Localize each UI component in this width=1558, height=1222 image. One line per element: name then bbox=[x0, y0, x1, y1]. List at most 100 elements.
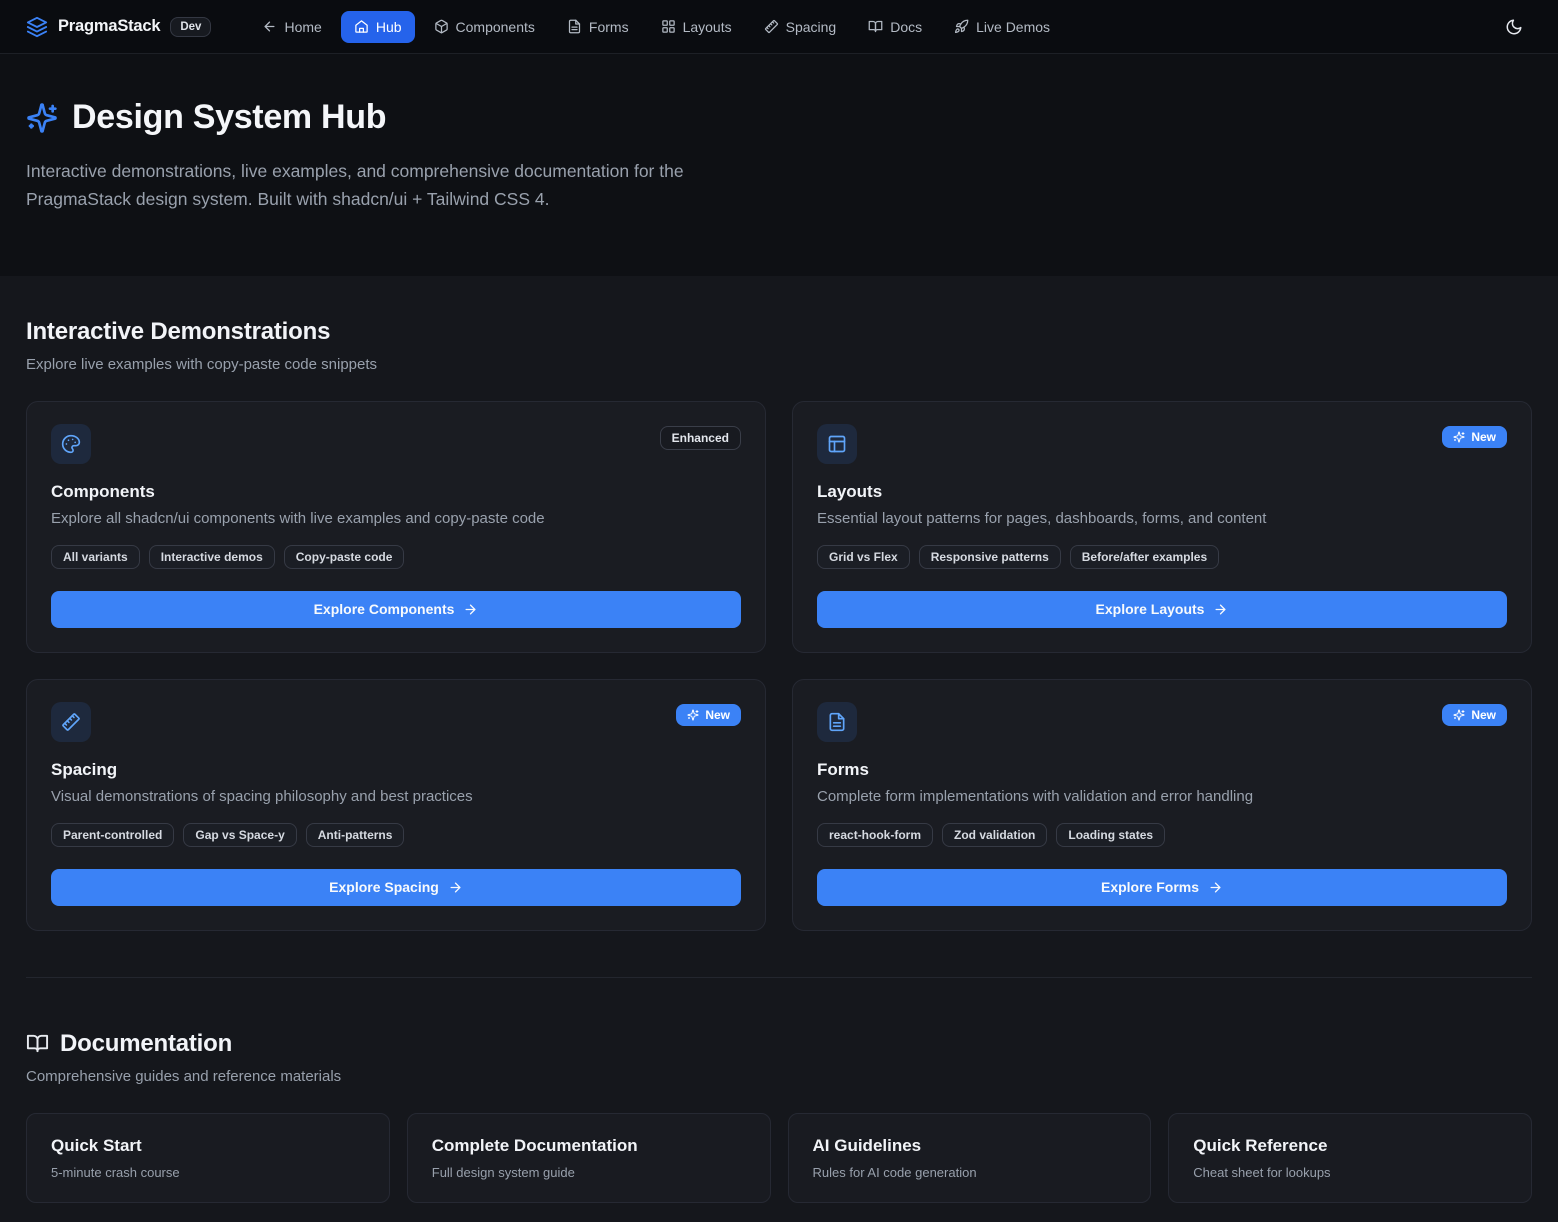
cta-label: Explore Layouts bbox=[1096, 601, 1205, 617]
nav-item-home[interactable]: Home bbox=[249, 11, 334, 43]
ruler-icon bbox=[764, 19, 779, 34]
tag: Copy-paste code bbox=[284, 545, 405, 569]
box-icon bbox=[434, 19, 449, 34]
nav-item-label: Live Demos bbox=[976, 19, 1050, 35]
explore-components-button[interactable]: Explore Components bbox=[51, 591, 741, 628]
doc-card-quick-reference[interactable]: Quick Reference Cheat sheet for lookups bbox=[1168, 1113, 1532, 1203]
layout-panel-icon bbox=[827, 434, 847, 454]
doc-card-title: Complete Documentation bbox=[432, 1136, 746, 1156]
demos-section: Interactive Demonstrations Explore live … bbox=[26, 318, 1532, 931]
tag-list: All variants Interactive demos Copy-past… bbox=[51, 545, 741, 569]
demo-card-layouts: New Layouts Essential layout patterns fo… bbox=[792, 401, 1532, 653]
arrow-left-icon bbox=[262, 19, 277, 34]
nav-item-label: Layouts bbox=[683, 19, 732, 35]
tag: All variants bbox=[51, 545, 140, 569]
demo-card-grid: Enhanced Components Explore all shadcn/u… bbox=[26, 401, 1532, 931]
nav-item-label: Forms bbox=[589, 19, 629, 35]
doc-card-quick-start[interactable]: Quick Start 5-minute crash course bbox=[26, 1113, 390, 1203]
doc-card-description: Rules for AI code generation bbox=[813, 1165, 1127, 1180]
docs-section: Documentation Comprehensive guides and r… bbox=[26, 1030, 1532, 1203]
nav-item-spacing[interactable]: Spacing bbox=[751, 11, 850, 43]
ruler-icon bbox=[51, 702, 91, 742]
doc-card-description: 5-minute crash course bbox=[51, 1165, 365, 1180]
doc-card-ai-guidelines[interactable]: AI Guidelines Rules for AI code generati… bbox=[788, 1113, 1152, 1203]
tag: react-hook-form bbox=[817, 823, 933, 847]
palette-icon bbox=[61, 434, 81, 454]
card-description: Essential layout patterns for pages, das… bbox=[817, 510, 1507, 527]
tag-list: Grid vs Flex Responsive patterns Before/… bbox=[817, 545, 1507, 569]
badge-label: New bbox=[1471, 708, 1496, 722]
explore-layouts-button[interactable]: Explore Layouts bbox=[817, 591, 1507, 628]
doc-card-complete-documentation[interactable]: Complete Documentation Full design syste… bbox=[407, 1113, 771, 1203]
badge-label: New bbox=[1471, 430, 1496, 444]
arrow-right-icon bbox=[448, 880, 463, 895]
badge-label: New bbox=[705, 708, 730, 722]
demo-card-spacing: New Spacing Visual demonstrations of spa… bbox=[26, 679, 766, 931]
demos-subheading: Explore live examples with copy-paste co… bbox=[26, 356, 1532, 373]
badge-label: Enhanced bbox=[672, 431, 729, 445]
cta-label: Explore Components bbox=[314, 601, 455, 617]
nav-item-label: Home bbox=[284, 19, 321, 35]
card-title: Spacing bbox=[51, 760, 741, 780]
file-text-icon bbox=[817, 702, 857, 742]
sparkles-icon bbox=[1453, 709, 1465, 721]
file-text-icon bbox=[567, 19, 582, 34]
tag: Before/after examples bbox=[1070, 545, 1219, 569]
tag: Loading states bbox=[1056, 823, 1165, 847]
docs-subheading: Comprehensive guides and reference mater… bbox=[26, 1068, 1532, 1085]
tag: Grid vs Flex bbox=[817, 545, 910, 569]
new-badge: New bbox=[676, 704, 741, 726]
card-title: Forms bbox=[817, 760, 1507, 780]
cta-label: Explore Spacing bbox=[329, 879, 439, 895]
navbar: PragmaStack Dev Home Hub Components Form… bbox=[0, 0, 1558, 54]
house-icon bbox=[354, 19, 369, 34]
brand-name: PragmaStack bbox=[58, 17, 160, 36]
explore-spacing-button[interactable]: Explore Spacing bbox=[51, 869, 741, 906]
sparkles-icon bbox=[26, 102, 58, 134]
docs-heading: Documentation bbox=[26, 1030, 1532, 1058]
brand[interactable]: PragmaStack Dev bbox=[26, 16, 211, 38]
page-title-text: Design System Hub bbox=[72, 98, 386, 137]
card-title: Layouts bbox=[817, 482, 1507, 502]
palette-icon bbox=[51, 424, 91, 464]
nav-item-label: Components bbox=[456, 19, 535, 35]
layout-grid-icon bbox=[661, 19, 676, 34]
dev-badge: Dev bbox=[170, 17, 211, 37]
new-badge: New bbox=[1442, 704, 1507, 726]
cta-label: Explore Forms bbox=[1101, 879, 1199, 895]
nav-item-layouts[interactable]: Layouts bbox=[648, 11, 745, 43]
card-description: Visual demonstrations of spacing philoso… bbox=[51, 788, 741, 805]
nav-item-live-demos[interactable]: Live Demos bbox=[941, 11, 1063, 43]
nav-item-forms[interactable]: Forms bbox=[554, 11, 642, 43]
doc-card-description: Full design system guide bbox=[432, 1165, 746, 1180]
book-open-icon bbox=[868, 19, 883, 34]
card-description: Complete form implementations with valid… bbox=[817, 788, 1507, 805]
nav-item-components[interactable]: Components bbox=[421, 11, 548, 43]
explore-forms-button[interactable]: Explore Forms bbox=[817, 869, 1507, 906]
page-subtitle: Interactive demonstrations, live example… bbox=[26, 157, 774, 214]
ruler-icon bbox=[61, 712, 81, 732]
card-description: Explore all shadcn/ui components with li… bbox=[51, 510, 741, 527]
section-divider bbox=[26, 977, 1532, 978]
page-title: Design System Hub bbox=[26, 98, 1532, 137]
nav-item-label: Docs bbox=[890, 19, 922, 35]
nav-item-hub[interactable]: Hub bbox=[341, 11, 415, 43]
tag: Responsive patterns bbox=[919, 545, 1061, 569]
demo-card-components: Enhanced Components Explore all shadcn/u… bbox=[26, 401, 766, 653]
moon-icon bbox=[1505, 18, 1523, 36]
main-nav: Home Hub Components Forms Layouts Spacin… bbox=[249, 11, 1063, 43]
file-text-icon bbox=[827, 712, 847, 732]
arrow-right-icon bbox=[1208, 880, 1223, 895]
nav-item-docs[interactable]: Docs bbox=[855, 11, 935, 43]
layout-panel-icon bbox=[817, 424, 857, 464]
demos-heading: Interactive Demonstrations bbox=[26, 318, 1532, 346]
theme-toggle-button[interactable] bbox=[1496, 9, 1532, 45]
sparkles-icon bbox=[687, 709, 699, 721]
doc-card-title: AI Guidelines bbox=[813, 1136, 1127, 1156]
doc-card-grid: Quick Start 5-minute crash course Comple… bbox=[26, 1113, 1532, 1203]
nav-item-label: Hub bbox=[376, 19, 402, 35]
demos-heading-text: Interactive Demonstrations bbox=[26, 318, 330, 346]
doc-card-title: Quick Reference bbox=[1193, 1136, 1507, 1156]
book-open-icon bbox=[26, 1032, 49, 1055]
tag: Anti-patterns bbox=[306, 823, 405, 847]
